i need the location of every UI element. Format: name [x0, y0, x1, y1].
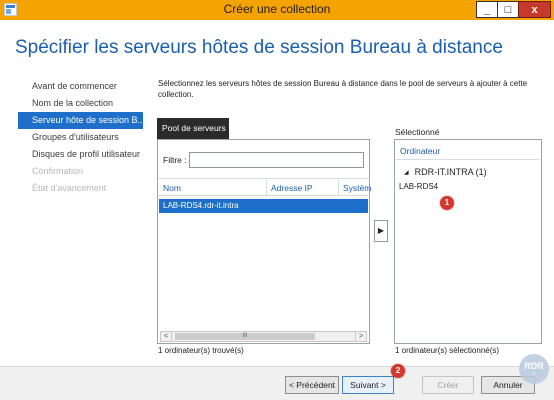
selected-count: 1 ordinateur(s) sélectionné(s)	[395, 346, 500, 355]
list-item[interactable]: LAB-RDS4	[399, 182, 438, 191]
nav-item-disques-profil[interactable]: Disques de profil utilisateur	[18, 146, 143, 163]
previous-button[interactable]: < Précédent	[285, 376, 339, 394]
scroll-right-icon[interactable]: >	[355, 332, 366, 341]
column-divider	[338, 180, 339, 195]
selected-panel: Ordinateur ◢ RDR-IT.INTRA (1) LAB-RDS4	[394, 139, 542, 344]
column-headers: Nom Adresse IP Systèm	[158, 178, 371, 196]
scroll-thumb[interactable]: III	[175, 333, 315, 340]
selected-column-header[interactable]: Ordinateur	[400, 146, 440, 156]
found-count: 1 ordinateur(s) trouvé(s)	[158, 346, 244, 355]
filter-input[interactable]	[189, 152, 364, 168]
horizontal-scrollbar[interactable]: < III >	[160, 331, 367, 342]
maximize-button[interactable]: □	[497, 1, 519, 18]
domain-group-label: RDR-IT.INTRA (1)	[414, 167, 487, 177]
nav-item-groupes-utilisateurs[interactable]: Groupes d'utilisateurs	[18, 129, 143, 146]
next-button[interactable]: Suivant >	[342, 376, 394, 394]
tab-server-pool[interactable]: Pool de serveurs	[157, 118, 229, 139]
nav-item-nom-collection[interactable]: Nom de la collection	[18, 95, 143, 112]
selected-label: Sélectionné	[395, 127, 440, 137]
window-title: Créer une collection	[223, 2, 331, 16]
scroll-left-icon[interactable]: <	[161, 332, 172, 341]
nav-item-avant-de-commencer[interactable]: Avant de commencer	[18, 78, 143, 95]
rdr-it-logo: RDR it	[519, 354, 549, 384]
nav-item-etat-avancement: État d'avancement	[32, 183, 107, 193]
wizard-nav: Avant de commencer Nom de la collection …	[18, 78, 143, 197]
add-to-selection-button[interactable]: ▶	[374, 220, 388, 242]
domain-group[interactable]: ◢ RDR-IT.INTRA (1)	[404, 167, 487, 177]
filter-label: Filtre :	[163, 155, 187, 165]
divider	[396, 159, 540, 160]
page-title: Spécifier les serveurs hôtes de session …	[15, 37, 503, 58]
nav-item-confirmation: Confirmation	[32, 166, 84, 176]
collapse-arrow-icon[interactable]: ◢	[404, 170, 409, 176]
description-text: Sélectionnez les serveurs hôtes de sessi…	[158, 79, 528, 99]
create-button: Créer	[422, 376, 474, 394]
table-row[interactable]: LAB-RDS4.rdr-it.intra	[159, 199, 368, 213]
column-header-nom[interactable]: Nom	[163, 183, 181, 193]
nav-item-serveur-hote[interactable]: Serveur hôte de session B...	[18, 112, 143, 129]
close-button[interactable]: x	[518, 1, 551, 18]
title-bar: Créer une collection _ □ x	[0, 0, 554, 20]
column-divider	[266, 180, 267, 195]
annotation-marker-1: 1	[440, 196, 454, 210]
column-header-adresse-ip[interactable]: Adresse IP	[271, 183, 313, 193]
server-pool-panel: Filtre : Nom Adresse IP Systèm LAB-RDS4.…	[157, 139, 371, 344]
minimize-button[interactable]: _	[476, 1, 498, 18]
annotation-marker-2: 2	[391, 364, 405, 378]
column-header-systeme[interactable]: Systèm	[343, 183, 371, 193]
